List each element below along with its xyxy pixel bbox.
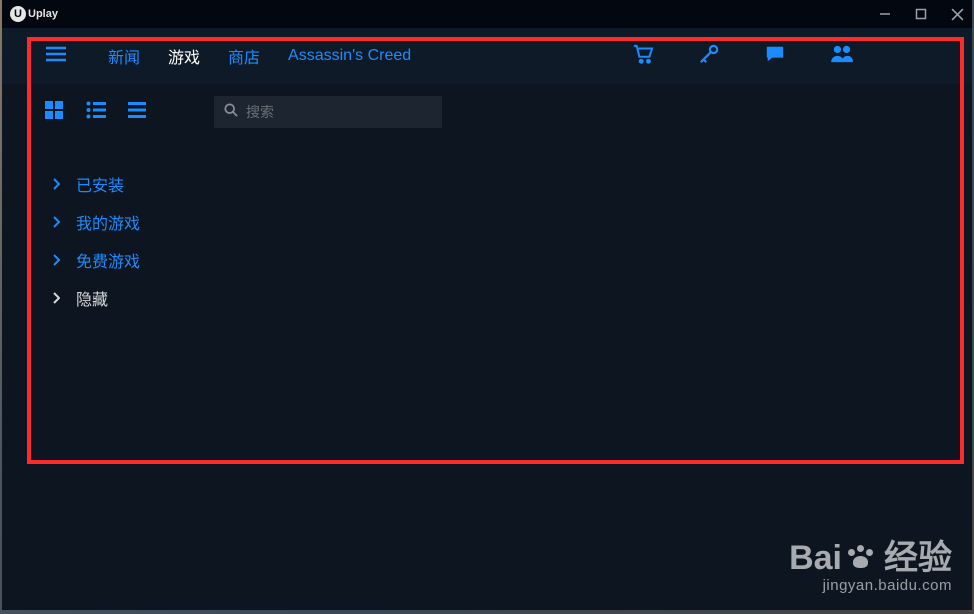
watermark-brand2: 经验 [884,530,952,579]
nav-store[interactable]: 商店 [228,44,260,68]
key-icon[interactable] [698,44,720,69]
app-logo: U Uplay [10,6,58,22]
chevron-right-icon [52,216,62,228]
search-icon [224,103,238,122]
app-window: U Uplay 新闻 游戏 商店 Assassin's Creed [2,0,972,610]
list-view-icon[interactable] [128,102,146,123]
window-controls [879,8,964,21]
nav-featured[interactable]: Assassin's Creed [288,47,411,65]
category-label: 隐藏 [76,286,108,310]
nav-icons [632,44,954,69]
cart-icon[interactable] [632,44,654,69]
category-label: 免费游戏 [76,248,140,272]
nav-games[interactable]: 游戏 [168,44,200,68]
chevron-down-icon [52,292,62,304]
nav-items: 新闻 游戏 商店 Assassin's Creed [108,44,411,68]
titlebar: U Uplay [2,0,972,28]
view-switcher [44,100,146,125]
category-list: 已安装 我的游戏 免费游戏 隐藏 [2,140,972,310]
close-button[interactable] [951,8,964,21]
grid-view-icon[interactable] [44,100,64,125]
watermark-url: jingyan.baidu.com [789,577,952,594]
search-input[interactable] [246,104,432,120]
nav-news[interactable]: 新闻 [108,44,140,68]
watermark-brand: Bai [789,539,842,578]
category-hidden[interactable]: 隐藏 [52,286,972,310]
detail-view-icon[interactable] [86,101,106,124]
category-label: 我的游戏 [76,210,140,234]
main-nav: 新闻 游戏 商店 Assassin's Creed [2,28,972,84]
category-free-games[interactable]: 免费游戏 [52,248,972,272]
chevron-right-icon [52,254,62,266]
category-label: 已安装 [76,172,124,196]
search-box[interactable] [214,96,442,128]
toolbar [2,84,972,140]
menu-icon[interactable] [46,46,66,67]
minimize-button[interactable] [879,8,891,20]
friends-icon[interactable] [830,44,854,69]
paw-icon [848,545,878,569]
category-installed[interactable]: 已安装 [52,172,972,196]
chevron-right-icon [52,178,62,190]
category-my-games[interactable]: 我的游戏 [52,210,972,234]
maximize-button[interactable] [915,8,927,20]
watermark: Bai 经验 jingyan.baidu.com [789,530,952,594]
logo-icon: U [10,6,26,22]
logo-text: Uplay [28,8,58,20]
chat-icon[interactable] [764,44,786,69]
